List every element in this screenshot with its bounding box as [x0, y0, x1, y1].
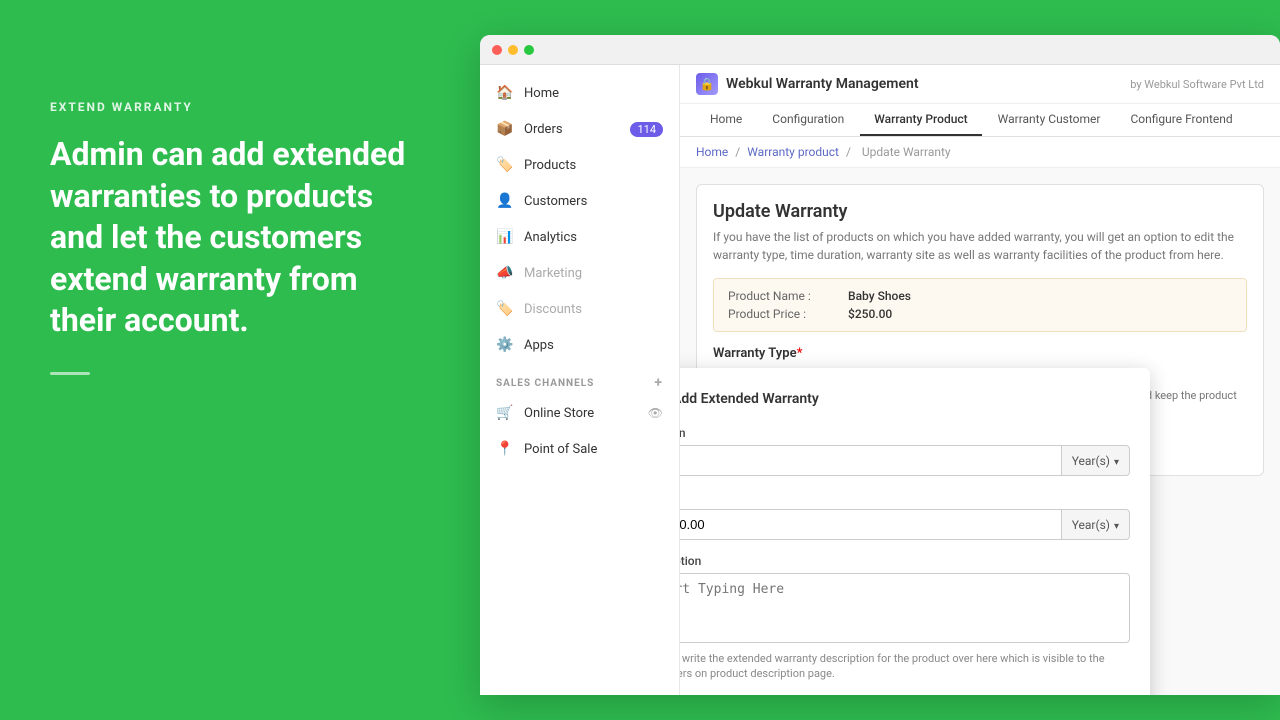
breadcrumb-current: Update Warranty: [862, 145, 951, 159]
sidebar-item-online-store[interactable]: 🛒 Online Store 👁: [480, 395, 679, 431]
product-name-label: Product Name :: [728, 289, 828, 303]
top-nav: 🔒 Webkul Warranty Management by Webkul S…: [680, 65, 1280, 137]
warranty-type-title: Warranty Type*: [713, 346, 1247, 361]
breadcrumb-home[interactable]: Home: [696, 145, 728, 159]
product-price-value: $250.00: [848, 307, 892, 321]
customers-icon: 👤: [496, 192, 514, 210]
apps-icon: ⚙️: [496, 336, 514, 354]
divider: [50, 372, 90, 375]
sidebar: 🏠 Home 📦 Orders 114 🏷️ Products 👤 Custom…: [480, 65, 680, 695]
app-icon: 🔒: [696, 73, 718, 95]
tab-configure-frontend[interactable]: Configure Frontend: [1116, 104, 1246, 136]
description-input[interactable]: [680, 573, 1130, 643]
online-store-icon: 🛒: [496, 404, 514, 422]
update-warranty-desc: If you have the list of products on whic…: [713, 228, 1247, 264]
left-panel: EXTEND WARRANTY Admin can add extended w…: [0, 0, 480, 720]
tab-warranty-product[interactable]: Warranty Product: [860, 104, 981, 136]
sidebar-item-apps[interactable]: ⚙️ Apps: [480, 327, 679, 363]
form-header: ✓ Add Extended Warranty: [680, 388, 1130, 410]
price-field: Price $ Year(s): [680, 490, 1130, 540]
product-info-table: Product Name : Baby Shoes Product Price …: [713, 278, 1247, 332]
breadcrumb-warranty-product[interactable]: Warranty product: [747, 145, 839, 159]
home-icon: 🏠: [496, 84, 514, 102]
price-unit-select[interactable]: Year(s): [1061, 509, 1130, 540]
products-icon: 🏷️: [496, 156, 514, 174]
app-title: 🔒 Webkul Warranty Management: [696, 73, 919, 95]
browser-window: 🏠 Home 📦 Orders 114 🏷️ Products 👤 Custom…: [480, 35, 1280, 695]
dot-green-browser: [524, 45, 534, 55]
marketing-icon: 📣: [496, 264, 514, 282]
duration-label: Duration: [680, 426, 1130, 440]
dot-yellow: [508, 45, 518, 55]
sidebar-item-home[interactable]: 🏠 Home: [480, 75, 679, 111]
price-label: Price: [680, 490, 1130, 504]
sidebar-item-discounts[interactable]: 🏷️ Discounts: [480, 291, 679, 327]
main-area: 🔒 Webkul Warranty Management by Webkul S…: [680, 65, 1280, 695]
tab-home[interactable]: Home: [696, 104, 756, 136]
floating-form: ✓ Add Extended Warranty Duration Year(s): [680, 368, 1150, 695]
main-headline: Admin can add extended warranties to pro…: [50, 134, 430, 342]
duration-chevron-icon: [1114, 454, 1119, 468]
extend-tag: EXTEND WARRANTY: [50, 100, 430, 114]
tab-warranty-customer[interactable]: Warranty Customer: [984, 104, 1115, 136]
form-title: Add Extended Warranty: [680, 391, 819, 407]
sidebar-item-products[interactable]: 🏷️ Products: [480, 147, 679, 183]
price-input[interactable]: [680, 509, 1061, 540]
nav-tabs: Home Configuration Warranty Product Warr…: [680, 104, 1280, 136]
price-row: $ Year(s): [680, 509, 1130, 540]
description-label: Description: [680, 554, 1130, 568]
description-field: Description You can write the extended w…: [680, 554, 1130, 682]
sidebar-item-orders[interactable]: 📦 Orders 114: [480, 111, 679, 147]
breadcrumb: Home / Warranty product / Update Warrant…: [680, 137, 1280, 168]
browser-content: 🏠 Home 📦 Orders 114 🏷️ Products 👤 Custom…: [480, 65, 1280, 695]
online-store-eye-icon[interactable]: 👁: [648, 406, 663, 420]
sales-channels-label: SALES CHANNELS +: [480, 363, 679, 395]
sidebar-item-pos[interactable]: 📍 Point of Sale: [480, 431, 679, 467]
dot-red: [492, 45, 502, 55]
duration-field: Duration Year(s): [680, 426, 1130, 476]
product-price-row: Product Price : $250.00: [728, 307, 1232, 321]
analytics-icon: 📊: [496, 228, 514, 246]
tab-configuration[interactable]: Configuration: [758, 104, 858, 136]
duration-input[interactable]: [680, 445, 1061, 476]
price-chevron-icon: [1114, 518, 1119, 532]
update-warranty-title: Update Warranty: [713, 201, 1247, 222]
discounts-icon: 🏷️: [496, 300, 514, 318]
orders-icon: 📦: [496, 120, 514, 138]
sidebar-item-customers[interactable]: 👤 Customers: [480, 183, 679, 219]
product-name-row: Product Name : Baby Shoes: [728, 289, 1232, 303]
duration-row: Year(s): [680, 445, 1130, 476]
by-label: by Webkul Software Pvt Ltd: [1130, 78, 1264, 91]
pos-icon: 📍: [496, 440, 514, 458]
description-helper: You can write the extended warranty desc…: [680, 651, 1130, 682]
duration-unit-select[interactable]: Year(s): [1061, 445, 1130, 476]
sidebar-item-marketing[interactable]: 📣 Marketing: [480, 255, 679, 291]
content-area: Update Warranty If you have the list of …: [680, 168, 1280, 695]
sidebar-item-analytics[interactable]: 📊 Analytics: [480, 219, 679, 255]
browser-bar: [480, 35, 1280, 65]
product-name-value: Baby Shoes: [848, 289, 911, 303]
add-channel-icon[interactable]: +: [654, 375, 663, 391]
product-price-label: Product Price :: [728, 307, 828, 321]
app-header: 🔒 Webkul Warranty Management by Webkul S…: [680, 65, 1280, 104]
orders-badge: 114: [630, 122, 663, 137]
